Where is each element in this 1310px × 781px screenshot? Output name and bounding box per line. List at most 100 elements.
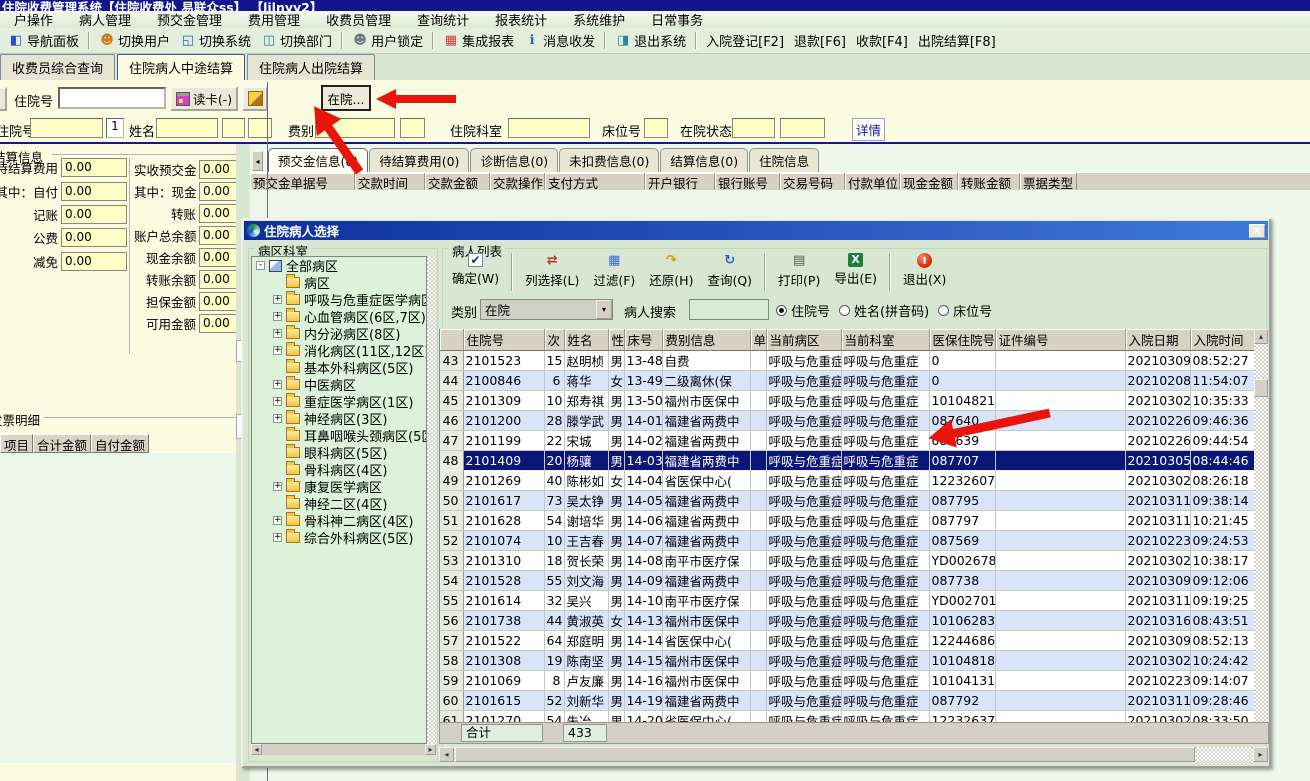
menu-item[interactable]: 日常事务	[638, 10, 716, 29]
menu-item[interactable]: 预交金管理	[144, 10, 235, 29]
bed-input[interactable]	[644, 118, 668, 138]
patient-table-cell[interactable]: 14-10	[624, 590, 663, 611]
patient-table-cell[interactable]: 呼吸与危重症	[841, 490, 930, 511]
patient-table-cell[interactable]: 56	[440, 610, 464, 631]
patient-table-cell[interactable]: 呼吸与危重症	[766, 690, 842, 711]
expand-icon[interactable]: +	[273, 482, 282, 491]
patient-table-cell[interactable]	[750, 550, 767, 571]
patient-table-cell[interactable]: 呼吸与危重症	[766, 570, 842, 591]
main-tab[interactable]: 收费员综合查询	[0, 54, 116, 80]
patient-table-cell[interactable]: 087797	[929, 510, 996, 531]
patient-table-cell[interactable]: 呼吸与危重症	[766, 610, 842, 631]
prepay-column-header[interactable]: 付款单位	[845, 173, 900, 190]
scroll-up-icon[interactable]: ▴	[1254, 329, 1268, 344]
patient-table-cell[interactable]: 呼吸与危重症	[841, 650, 930, 671]
patient-table-cell[interactable]: 男	[608, 490, 625, 511]
tree-item[interactable]: + 消化病区(11区,12区)	[252, 342, 426, 360]
name-input[interactable]	[156, 118, 218, 138]
patient-table-cell[interactable]	[995, 570, 1126, 591]
patient-column-header[interactable]: 性	[608, 329, 625, 351]
patient-table-cell[interactable]: 呼吸与危重症	[766, 370, 842, 391]
patient-table-cell[interactable]: 呼吸与危重症	[841, 510, 930, 531]
patient-table-cell[interactable]: 14-05	[624, 490, 663, 511]
patient-table-cell[interactable]: 09:38:14	[1190, 490, 1255, 511]
detail-link[interactable]: 详情	[852, 118, 886, 141]
patient-table-cell[interactable]: 09:44:54	[1190, 430, 1255, 451]
table-horizontal-scrollbar[interactable]: ◂ ▸	[439, 747, 1268, 762]
patient-table-cell[interactable]: 122446867	[929, 630, 996, 651]
dept-input[interactable]	[508, 118, 590, 138]
patient-table-cell[interactable]: 呼吸与危重症	[841, 390, 930, 411]
patient-table-cell[interactable]	[750, 590, 767, 611]
patient-table-cell[interactable]: 赵明桢	[564, 350, 609, 371]
toolbar-button[interactable]: 退款[F6]	[789, 31, 851, 50]
patient-table-cell[interactable]: 呼吸与危重症	[766, 410, 842, 431]
main-tab[interactable]: 住院病人中途结算	[117, 54, 246, 81]
patient-table-cell[interactable]	[750, 570, 767, 591]
table-vertical-scrollbar[interactable]: ▴ ▾	[1254, 329, 1268, 739]
collapsed-edge-button[interactable]	[0, 87, 7, 111]
patient-table-row[interactable]: 57 2101522 64 郑庭明男 14-14 省医保中心(呼吸与危重症 呼吸与危重症 12…	[440, 630, 1255, 651]
patient-table-cell[interactable]: 13-48	[624, 350, 663, 371]
tree-item[interactable]: + 心血管病区(6区,7区)	[252, 308, 426, 326]
patient-table-row[interactable]: 47210119922宋城男14-02福建省两费中呼吸与危重症呼吸与危重症087…	[440, 430, 1255, 451]
status-field1[interactable]	[732, 118, 775, 138]
patient-table-cell[interactable]: 福建省两费中	[662, 430, 751, 451]
patient-table-cell[interactable]: 20210302	[1125, 650, 1191, 671]
patient-table-cell[interactable]: 14-14	[624, 630, 663, 651]
patient-table-cell[interactable]	[995, 610, 1126, 631]
patient-table-cell[interactable]: 呼吸与危重症	[841, 350, 930, 371]
patient-table-cell[interactable]: 福州市医保中	[662, 650, 751, 671]
patient-table-cell[interactable]: 卢友廉	[564, 670, 609, 691]
patient-table-cell[interactable]: 32	[544, 590, 565, 611]
prepay-column-header[interactable]: 支付方式	[545, 173, 645, 190]
patient-table-cell[interactable]: 20210309	[1125, 630, 1191, 651]
patient-table-row[interactable]: 48 2101409 20 杨骧男 14-03 福建省两费中 呼吸与危重症 呼吸与危重症 087…	[440, 450, 1255, 471]
patient-table-cell[interactable]: 13-49	[624, 370, 663, 391]
toolbar-button[interactable]: 退出系统	[610, 31, 691, 50]
scrollbar-thumb[interactable]	[1254, 379, 1268, 397]
toolbar-button[interactable]: 切换用户	[94, 31, 175, 50]
patient-table-row[interactable]: 56 2101738 44 黄淑英女 14-13 福州市医保中 呼吸与危重症 呼吸与危重症 10…	[440, 610, 1255, 631]
patient-table-cell[interactable]: 省医保中心(	[662, 630, 751, 651]
patient-table-cell[interactable]	[750, 350, 767, 371]
tree-item[interactable]: + 综合外科病区(5区)	[252, 529, 426, 547]
patient-table-cell[interactable]: 20210311	[1125, 490, 1191, 511]
patient-table-cell[interactable]: 0	[929, 370, 996, 391]
patient-table-row[interactable]: 46 2101200 28 滕学武男 14-01 福建省两费中 呼吸与危重症 呼吸与危重症 08…	[440, 410, 1255, 431]
patient-table-cell[interactable]: 2101308	[463, 650, 545, 671]
scroll-right-icon[interactable]: ▸	[425, 744, 436, 755]
patient-table-cell[interactable]: 55	[544, 570, 565, 591]
patient-table-cell[interactable]: 省医保中心(	[662, 470, 751, 491]
tree-item[interactable]: + 康复医学病区	[252, 478, 426, 496]
tree-item[interactable]: + 神经病区(3区)	[252, 410, 426, 428]
patient-column-header[interactable]: 医保住院号	[929, 329, 996, 351]
prepay-column-header[interactable]: 交易号码	[780, 173, 845, 190]
prepay-column-header[interactable]: 交款金额	[425, 173, 490, 190]
field-value[interactable]: 0.00	[61, 181, 127, 201]
patient-table-cell[interactable]: 10:35:33	[1190, 390, 1255, 411]
patient-table-cell[interactable]: 2101074	[463, 530, 545, 551]
patient-table-cell[interactable]: 14-01	[624, 410, 663, 431]
patient-table-row[interactable]: 44 2100846 6 蒋华女 13-49 二级离休(保 呼吸与危重症 呼吸与危重症 0 202…	[440, 370, 1255, 391]
scroll-right-icon[interactable]: ▸	[1253, 747, 1268, 762]
patient-table-cell[interactable]: 福州市医保中	[662, 670, 751, 691]
patient-table-cell[interactable]: 2101310	[463, 550, 545, 571]
tree-item[interactable]: + 神经二区(4区)	[252, 495, 426, 513]
patient-table-cell[interactable]: 09:12:06	[1190, 570, 1255, 591]
close-icon[interactable]: ×	[1249, 223, 1265, 238]
patient-table-cell[interactable]: 福建省两费中	[662, 530, 751, 551]
patient-table-row[interactable]: 60 2101615 52 刘新华男 14-19 福建省两费中 呼吸与危重症 呼吸与危重症 08…	[440, 690, 1255, 711]
menu-item[interactable]: 户操作	[1, 10, 66, 29]
tree-horizontal-scrollbar[interactable]: ◂ ▸	[251, 744, 436, 755]
patient-table-cell[interactable]	[750, 610, 767, 631]
patient-table-cell[interactable]	[750, 630, 767, 651]
patient-table-cell[interactable]: 女	[608, 610, 625, 631]
patient-table-cell[interactable]: 呼吸与危重症	[766, 590, 842, 611]
patient-table-cell[interactable]: 20210311	[1125, 690, 1191, 711]
patient-table-cell[interactable]: 刘新华	[564, 690, 609, 711]
patient-table-cell[interactable]	[995, 490, 1126, 511]
patient-table-cell[interactable]	[750, 650, 767, 671]
patient-table-cell[interactable]: 10	[544, 530, 565, 551]
patient-table-cell[interactable]	[995, 350, 1126, 371]
